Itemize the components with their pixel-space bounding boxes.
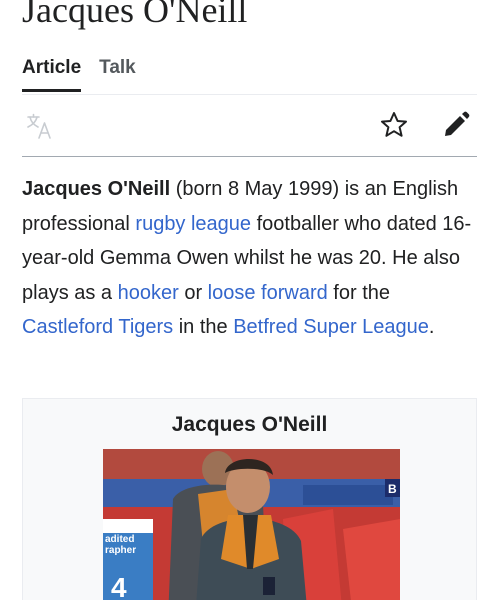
lead-text: for the [327,281,390,304]
lead-text: . [428,316,435,338]
photo-board-letter: B [388,482,397,496]
link-loose-forward[interactable]: loose forward [208,282,328,304]
toolbar-divider [22,156,477,157]
translate-icon[interactable] [26,112,54,140]
link-rugby-league[interactable]: rugby league [135,213,251,235]
link-hooker[interactable]: hooker [118,282,179,304]
lead-text: or [178,281,208,304]
photo-shirt-text-1: adited [105,534,134,545]
lead-paragraph: Jacques O'Neill (born 8 May 1999) is an … [22,172,482,345]
link-betfred-super-league[interactable]: Betfred Super League [233,316,429,338]
photo-shirt-text-2: rapher [105,545,136,556]
infobox-title: Jacques O'Neill [171,413,328,436]
tabs-divider [22,94,477,95]
lead-text: in the [173,316,234,338]
infobox: Jacques O'Neill B adited rapher 4 [22,398,477,600]
tab-talk[interactable]: Talk [99,54,136,92]
link-castleford-tigers[interactable]: Castleford Tigers [22,316,173,338]
pencil-icon[interactable] [441,110,471,140]
page-actions-toolbar [22,106,477,146]
page-title: Jacques O'Neill [22,0,248,30]
lead-subject: Jacques O'Neill [22,178,171,200]
photo-shirt-number: 4 [111,572,127,600]
infobox-photo[interactable]: B adited rapher 4 [103,449,400,600]
page-tabs: Article Talk [22,54,136,94]
star-icon[interactable] [379,110,409,140]
tab-article[interactable]: Article [22,54,82,92]
